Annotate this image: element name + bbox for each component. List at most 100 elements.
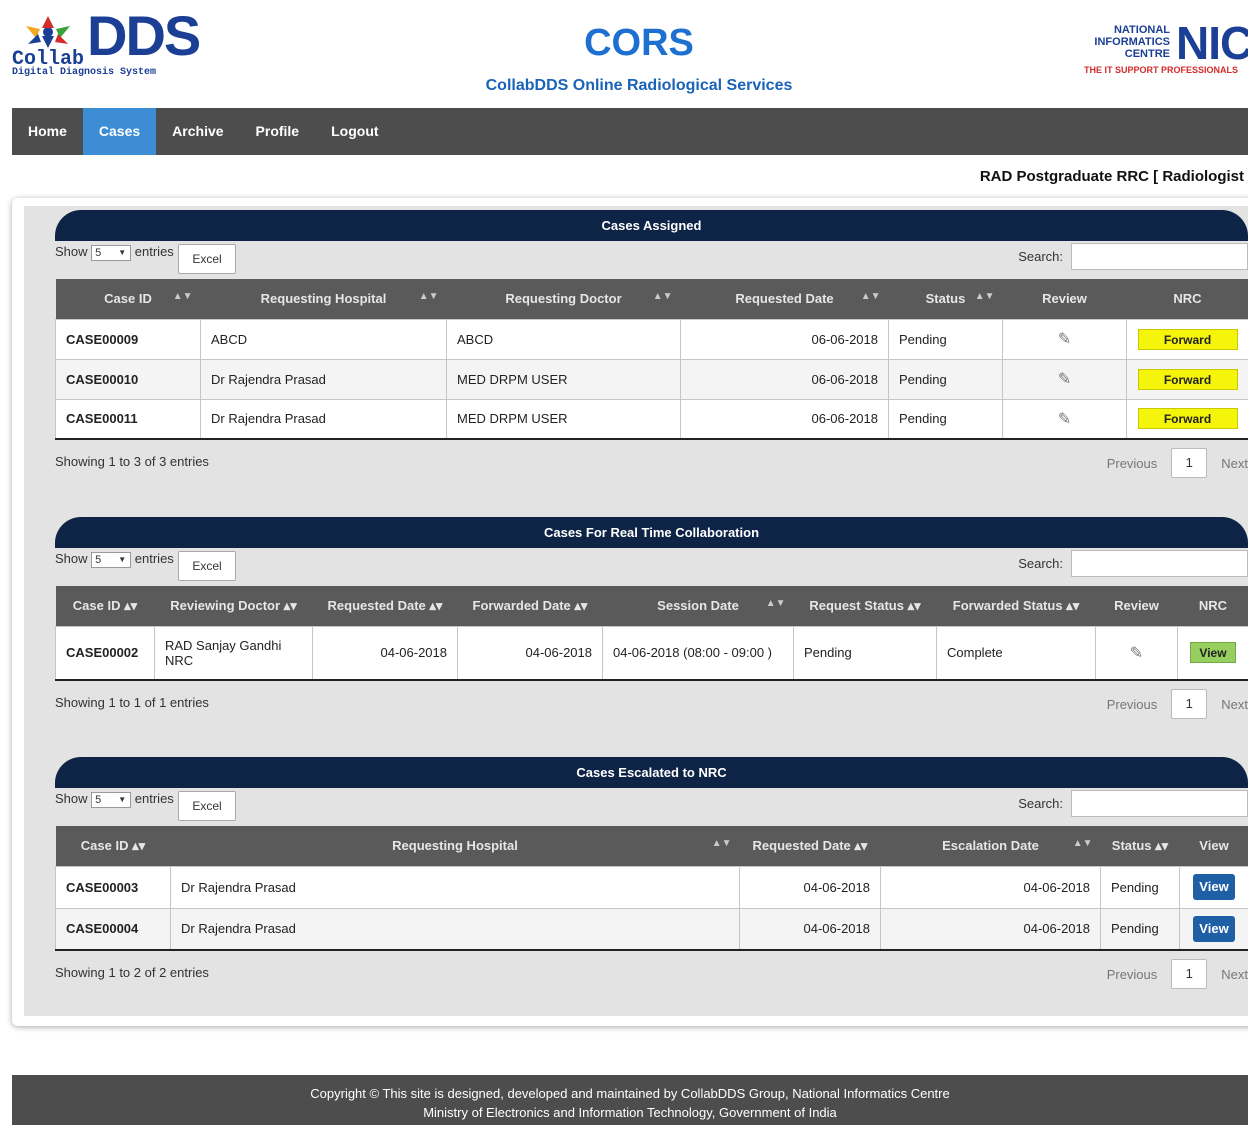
table-controls: Show 5 ▼ entries Excel Search: [55,788,1248,826]
pencil-icon[interactable]: ✎ [1058,371,1071,388]
page-button[interactable]: 1 [1171,689,1208,719]
pencil-icon[interactable]: ✎ [1058,411,1071,428]
previous-button[interactable]: Previous [1093,697,1172,712]
page-button[interactable]: 1 [1171,448,1208,478]
view-cell: View [1179,865,1248,909]
nav-archive[interactable]: Archive [156,108,239,155]
sort-icon: ▴▾ [907,597,921,613]
search-input[interactable] [1071,550,1248,577]
case-id: CASE00010 [55,358,201,400]
sort-icon: ▲▼ [974,291,995,302]
column-header[interactable]: Requesting Hospital ▲▼ [200,279,447,319]
user-role-label: RAD Postgraduate RRC [ Radiologist [979,168,1244,185]
nrc-cell: Forward [1126,398,1248,440]
search-input[interactable] [1071,243,1248,270]
review-cell: ✎ [1002,358,1127,400]
nav-cases[interactable]: Cases [82,108,157,155]
forward-button[interactable]: Forward [1137,408,1238,430]
column-header[interactable]: Requested Date ▲▼ [680,279,889,319]
requesting-doctor: MED DRPM USER [446,398,681,440]
view-button[interactable]: View [1190,642,1236,664]
column-header[interactable]: Session Date ▲▼ [602,586,794,626]
nav-home[interactable]: Home [12,108,83,155]
view-button[interactable]: View [1193,915,1235,942]
status: Pending [888,398,1003,440]
sort-icon: ▴▾ [1155,837,1169,853]
sort-icon: ▴▾ [574,597,588,613]
table-footer: Showing 1 to 1 of 1 entries Previous 1 N… [55,681,1248,721]
column-header[interactable]: Escalation Date ▲▼ [880,826,1101,866]
column-header[interactable]: Status ▴▾ [1100,826,1180,866]
requested-date: 06-06-2018 [680,398,889,440]
table-row: CASE00003 Dr Rajendra Prasad 04-06-2018 … [55,865,1248,909]
status: Pending [888,358,1003,400]
review-cell: ✎ [1095,625,1178,681]
excel-export-button[interactable]: Excel [178,244,236,274]
col-label: NRC [1173,291,1202,307]
sort-icon: ▴▾ [124,597,138,613]
escalated-table: Case ID ▴▾ Requesting Hospital ▲▼ Request… [55,826,1248,951]
nic-big: NIC [1176,17,1248,69]
column-header[interactable]: Request Status ▴▾ [793,586,937,626]
requested-date: 04-06-2018 [312,625,458,681]
previous-button[interactable]: Previous [1093,967,1172,982]
page-length-select[interactable]: 5 ▼ [91,245,132,261]
column-header[interactable]: Reviewing Doctor ▴▾ [154,586,313,626]
pencil-icon[interactable]: ✎ [1058,331,1071,348]
requested-date: 06-06-2018 [680,358,889,400]
forward-button[interactable]: Forward [1137,368,1238,390]
column-header[interactable]: Case ID ▴▾ [55,826,171,866]
column-header[interactable]: Case ID ▴▾ [55,586,155,626]
next-button[interactable]: Next [1207,697,1248,712]
table-controls: Show 5 ▼ entries Excel Search: [55,548,1248,586]
page-length-select[interactable]: 5 ▼ [91,792,132,808]
column-header[interactable]: Requested Date ▴▾ [312,586,458,626]
page-length-select[interactable]: 5 ▼ [91,552,132,568]
sort-icon: ▴▾ [429,597,443,613]
column-header[interactable]: Case ID ▲▼ [55,279,201,319]
column-header[interactable]: Requesting Hospital ▲▼ [170,826,740,866]
chevron-down-icon: ▼ [118,248,127,257]
table-row: CASE00004 Dr Rajendra Prasad 04-06-2018 … [55,907,1248,951]
forward-button[interactable]: Forward [1137,328,1238,350]
col-label: View [1199,838,1229,854]
table-controls: Show 5 ▼ entries Excel Search: [55,241,1248,279]
page-button[interactable]: 1 [1171,959,1208,989]
nav-logout[interactable]: Logout [315,108,394,155]
table-info: Showing 1 to 3 of 3 entries [55,454,209,469]
col-label: Requested Date [735,291,834,307]
requesting-hospital: Dr Rajendra Prasad [170,865,740,909]
col-label: Forwarded Status [952,597,1063,613]
excel-export-button[interactable]: Excel [178,551,236,581]
pencil-icon[interactable]: ✎ [1130,645,1143,662]
column-header[interactable]: Forwarded Date ▴▾ [457,586,603,626]
nic-line3: CENTRE [1124,48,1170,60]
session-date: 04-06-2018 (08:00 - 09:00 ) [602,625,794,681]
col-label: Escalation Date [942,838,1039,854]
cases-panel-inner: Cases Assigned Show 5 ▼ entries Excel Sea… [24,206,1248,1016]
site-footer: Copyright © This site is designed, devel… [12,1075,1248,1125]
search-input[interactable] [1071,790,1248,817]
requesting-hospital: Dr Rajendra Prasad [200,358,447,400]
col-label: Status [1111,837,1152,853]
next-button[interactable]: Next [1207,456,1248,471]
requesting-hospital: Dr Rajendra Prasad [170,907,740,951]
column-header[interactable]: Requesting Doctor ▲▼ [446,279,681,319]
table-row: CASE00011 Dr Rajendra Prasad MED DRPM US… [55,398,1248,440]
previous-button[interactable]: Previous [1093,456,1172,471]
column-header[interactable]: Forwarded Status ▴▾ [936,586,1096,626]
excel-export-button[interactable]: Excel [178,791,236,821]
column-header: View [1179,826,1248,866]
column-header[interactable]: Requested Date ▴▾ [739,826,881,866]
nav-profile[interactable]: Profile [240,108,316,155]
search-label: Search: [1018,796,1063,811]
page-length-value: 5 [95,247,102,259]
cases-assigned-section: Cases Assigned Show 5 ▼ entries Excel Sea… [55,210,1248,480]
entries-label: entries [134,551,174,566]
column-header[interactable]: Status ▲▼ [888,279,1003,319]
table-info: Showing 1 to 1 of 1 entries [55,695,209,710]
table-row: CASE00010 Dr Rajendra Prasad MED DRPM US… [55,358,1248,400]
next-button[interactable]: Next [1207,967,1248,982]
escalation-date: 04-06-2018 [880,907,1101,951]
view-button[interactable]: View [1193,874,1235,900]
